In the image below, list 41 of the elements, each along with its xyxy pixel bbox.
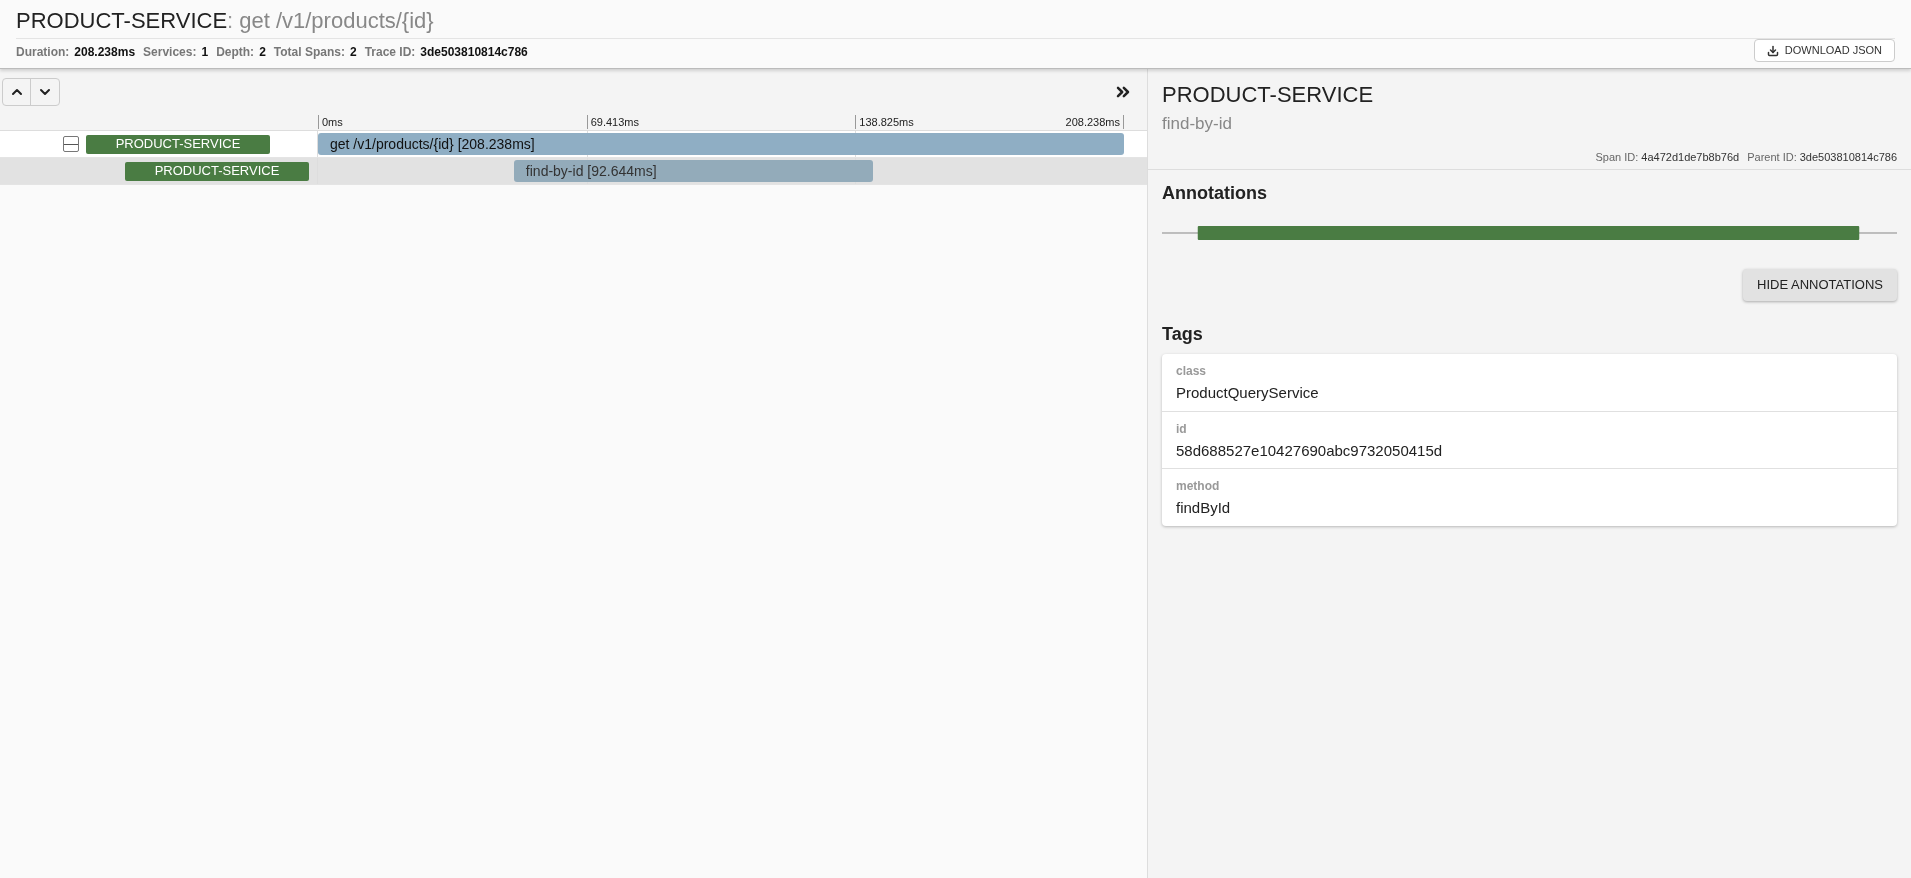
download-json-button[interactable]: DOWNLOAD JSON [1753,39,1895,62]
operation-name: get /v1/products/{id} [239,8,434,34]
stat-label: Depth: [216,43,255,61]
stat-label: Trace ID: [364,43,416,61]
tag-key: class [1176,362,1883,380]
time-tick: 0ms [318,115,343,129]
span-bar[interactable]: get /v1/products/{id} [208.238ms] [318,133,1124,155]
id-label: Span ID: [1595,149,1639,165]
download-icon [1766,44,1779,57]
tag-value: findById [1176,498,1232,518]
hide-annotations-button[interactable]: HIDE ANNOTATIONS [1743,269,1897,301]
id-value: 3de503810814c786 [1799,149,1897,165]
stat-label: Total Spans: [273,43,345,61]
separator: : [227,8,234,34]
service-badge: PRODUCT-SERVICE [86,134,270,154]
detail-span-name: find-by-id [1162,113,1233,135]
id-value: 4a472d1de7b8b76d [1641,149,1740,165]
stat-value: 208.238ms [74,43,136,61]
stat-value: 3de503810814c786 [420,43,528,61]
time-tick: 69.413ms [586,115,639,129]
service-badge: PRODUCT-SERVICE [125,161,309,181]
tag-key: method [1176,477,1883,495]
tags-heading: Tags [1162,323,1204,346]
service-name: PRODUCT-SERVICE [16,8,228,34]
stat-label: Duration: [16,43,70,61]
annotations-heading: Annotations [1162,182,1268,205]
stat-value: 1 [201,43,209,61]
time-tick: 138.825ms [855,115,914,129]
span-row[interactable]: PRODUCT-SERVICE find-by-id [92.644ms] [0,158,1147,185]
tag-key: id [1176,419,1883,438]
stat-value: 2 [349,43,357,61]
time-tick: 208.238ms [1065,115,1124,129]
detail-service-name: PRODUCT-SERVICE [1162,81,1375,109]
stat-label: Services: [143,43,197,61]
tag-value: 58d688527e10427690abc9732050415d [1176,440,1444,461]
tag-value: ProductQueryService [1176,383,1320,403]
span-row[interactable]: PRODUCT-SERVICE get /v1/products/{id} [208.238ms] [0,131,1147,158]
id-label: Parent ID: [1747,149,1797,165]
stat-value: 2 [259,43,266,61]
span-bar[interactable]: find-by-id [92.644ms] [513,160,873,182]
collapse-toggle[interactable] [63,136,79,152]
